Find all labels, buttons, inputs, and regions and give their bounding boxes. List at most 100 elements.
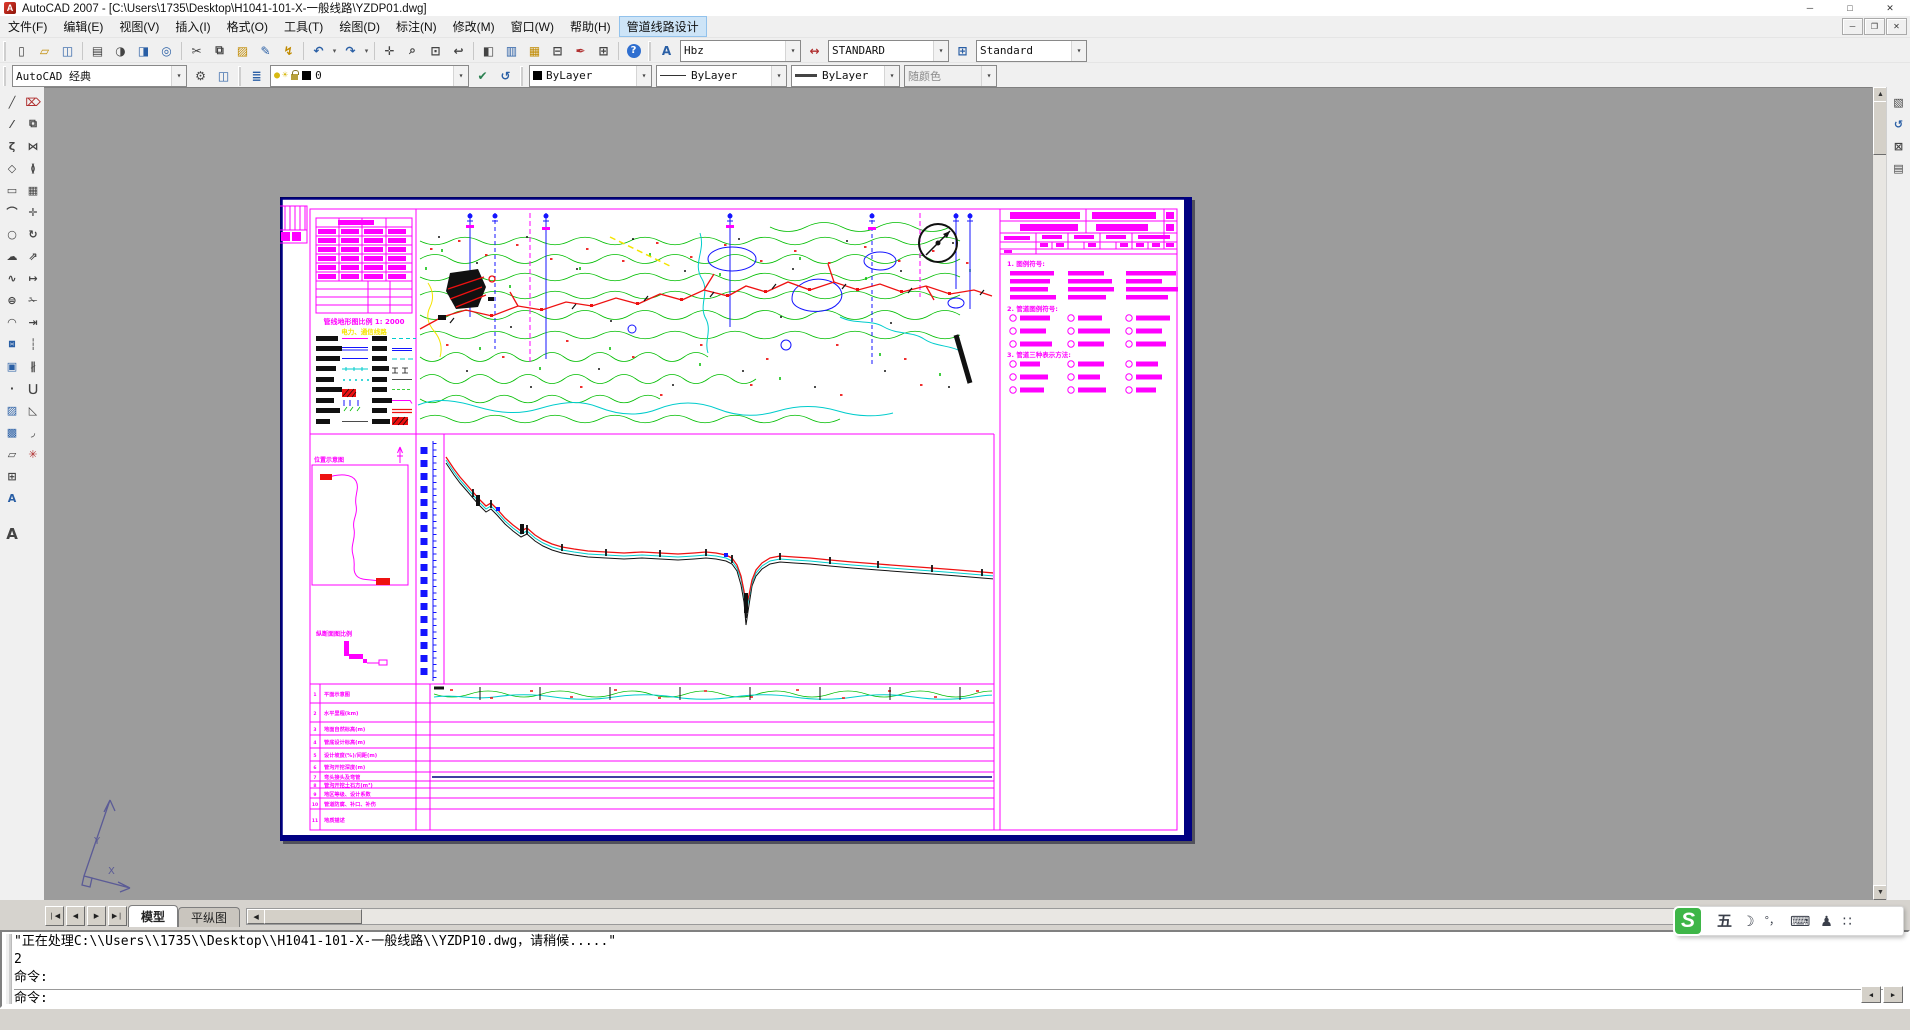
- layer-combo[interactable]: ● ☀ 0 ▾: [270, 65, 469, 87]
- polyline-icon[interactable]: ζ: [1, 135, 23, 157]
- menu-modify[interactable]: 修改(M): [445, 16, 503, 37]
- explode-icon[interactable]: ✳: [22, 443, 44, 465]
- chevron-down-icon[interactable]: ▾: [1071, 41, 1086, 61]
- drawing-canvas[interactable]: 管线地形图比例 1: 2000 电力、通信线路: [44, 87, 1872, 901]
- horizontal-scroll-thumb[interactable]: [264, 909, 362, 924]
- line-icon[interactable]: ╱: [1, 91, 23, 113]
- plot-icon[interactable]: ▤: [86, 39, 109, 62]
- ime-grid-icon[interactable]: ∷: [1843, 914, 1852, 928]
- layers-toolbar-grip[interactable]: [238, 66, 241, 86]
- tab-first-button[interactable]: ❘◀: [45, 906, 64, 926]
- toolbar-grip[interactable]: [3, 41, 6, 61]
- publish-web-icon[interactable]: ◎: [155, 39, 178, 62]
- tab-layout-pingzongtu[interactable]: 平纵图: [178, 907, 240, 927]
- chamfer-icon[interactable]: ◺: [22, 399, 44, 421]
- match-properties-icon[interactable]: ✎: [254, 39, 277, 62]
- ime-punctuation-icon[interactable]: °，: [1765, 916, 1780, 927]
- ime-person-icon[interactable]: ♟: [1820, 914, 1833, 928]
- chevron-down-icon[interactable]: ▾: [933, 41, 948, 61]
- tab-model[interactable]: 模型: [128, 905, 178, 927]
- chevron-down-icon[interactable]: ▾: [884, 66, 899, 86]
- zoom-window-icon[interactable]: ⊡: [424, 39, 447, 62]
- properties-toolbar-grip[interactable]: [520, 66, 523, 86]
- open-file-icon[interactable]: ▱: [33, 39, 56, 62]
- help-icon[interactable]: ?: [622, 39, 645, 62]
- layer-previous-icon[interactable]: ↺: [494, 64, 517, 87]
- ellipse-icon[interactable]: ⊜: [1, 289, 23, 311]
- quickcalc-icon[interactable]: ⊞: [592, 39, 615, 62]
- menu-dimension[interactable]: 标注(N): [388, 16, 445, 37]
- workspace-save-icon[interactable]: ◫: [212, 64, 235, 87]
- offset-icon[interactable]: ≬: [22, 157, 44, 179]
- chevron-down-icon[interactable]: ▾: [771, 66, 786, 86]
- redo-icon[interactable]: ↷: [339, 39, 362, 62]
- minimize-button[interactable]: ─: [1790, 0, 1830, 16]
- command-prompt[interactable]: 命令:: [14, 989, 1888, 1008]
- command-window-grip[interactable]: [4, 934, 12, 1004]
- break-at-point-icon[interactable]: ┆: [22, 333, 44, 355]
- array-icon[interactable]: ▦: [22, 179, 44, 201]
- make-layer-current-icon[interactable]: ✔: [471, 64, 494, 87]
- dimension-style-combo[interactable]: STANDARD ▾: [828, 40, 949, 62]
- ime-keyboard-icon[interactable]: ⌨: [1790, 914, 1810, 928]
- paste-icon[interactable]: ▨: [231, 39, 254, 62]
- menu-tools[interactable]: 工具(T): [276, 16, 331, 37]
- arc-icon[interactable]: ⌒: [1, 201, 23, 223]
- undo-icon[interactable]: ↶: [307, 39, 330, 62]
- fillet-icon[interactable]: ◞: [22, 421, 44, 443]
- chevron-down-icon[interactable]: ▾: [636, 66, 651, 86]
- layer-properties-icon[interactable]: ≣: [245, 64, 268, 87]
- styles-toolbar-grip[interactable]: [648, 41, 651, 61]
- chevron-down-icon[interactable]: ▾: [171, 66, 186, 86]
- color-combo[interactable]: ByLayer ▾: [529, 65, 652, 87]
- undo-dropdown-icon[interactable]: ▾: [330, 47, 339, 55]
- menu-draw[interactable]: 绘图(D): [331, 16, 388, 37]
- command-window[interactable]: "正在处理C:\\Users\\1735\\Desktop\\H1041-101…: [0, 930, 1910, 1008]
- tab-prev-button[interactable]: ◀: [66, 906, 85, 926]
- redo-dropdown-icon[interactable]: ▾: [362, 47, 371, 55]
- ime-moon-icon[interactable]: ☽: [1742, 914, 1755, 928]
- menu-view[interactable]: 视图(V): [111, 16, 167, 37]
- close-button[interactable]: ✕: [1870, 0, 1910, 16]
- table-icon[interactable]: ⊞: [1, 465, 23, 487]
- insert-block-icon[interactable]: ⧈: [1, 333, 23, 355]
- ellipse-arc-icon[interactable]: ◠: [1, 311, 23, 333]
- tool-palettes-icon[interactable]: ▦: [523, 39, 546, 62]
- pan-icon[interactable]: ✛: [378, 39, 401, 62]
- break-icon[interactable]: ∦: [22, 355, 44, 377]
- table-style-combo[interactable]: Standard ▾: [976, 40, 1087, 62]
- rotate-icon[interactable]: ↻: [22, 223, 44, 245]
- dock-tool-2-icon[interactable]: ↺: [1888, 113, 1910, 135]
- copy-object-icon[interactable]: ⧉: [22, 113, 44, 135]
- mirror-icon[interactable]: ⋈: [22, 135, 44, 157]
- tab-last-button[interactable]: ▶❘: [108, 906, 127, 926]
- designcenter-icon[interactable]: ▥: [500, 39, 523, 62]
- block-editor-icon[interactable]: ↯: [277, 39, 300, 62]
- zoom-previous-icon[interactable]: ↩: [447, 39, 470, 62]
- text-style-icon[interactable]: A: [655, 39, 678, 62]
- workspace-settings-icon[interactable]: ⚙: [189, 64, 212, 87]
- new-file-icon[interactable]: ▯: [10, 39, 33, 62]
- spline-icon[interactable]: ∿: [1, 267, 23, 289]
- menu-help[interactable]: 帮助(H): [562, 16, 619, 37]
- ime-mode-wubi[interactable]: 五: [1717, 914, 1732, 929]
- cut-icon[interactable]: ✂: [185, 39, 208, 62]
- copy-icon[interactable]: ⧉: [208, 39, 231, 62]
- menu-file[interactable]: 文件(F): [0, 16, 55, 37]
- vertical-scrollbar[interactable]: ▲ ▼: [1872, 87, 1887, 900]
- menu-format[interactable]: 格式(O): [219, 16, 276, 37]
- dock-tool-1-icon[interactable]: ▧: [1888, 91, 1910, 113]
- command-scroll-left-icon[interactable]: ◀: [1861, 986, 1881, 1003]
- text-toolbar-icon[interactable]: A: [1, 523, 23, 545]
- join-icon[interactable]: ⋃: [22, 377, 44, 399]
- plot-preview-icon[interactable]: ◑: [109, 39, 132, 62]
- scroll-left-icon[interactable]: ◀: [247, 909, 265, 924]
- maximize-button[interactable]: □: [1830, 0, 1870, 16]
- mtext-icon[interactable]: A: [1, 487, 23, 509]
- menu-edit[interactable]: 编辑(E): [55, 16, 111, 37]
- mdi-minimize-button[interactable]: ─: [1842, 18, 1863, 35]
- markup-set-manager-icon[interactable]: ✒: [569, 39, 592, 62]
- workspaces-toolbar-grip[interactable]: [3, 66, 6, 86]
- chevron-down-icon[interactable]: ▾: [785, 41, 800, 61]
- stretch-icon[interactable]: ↦: [22, 267, 44, 289]
